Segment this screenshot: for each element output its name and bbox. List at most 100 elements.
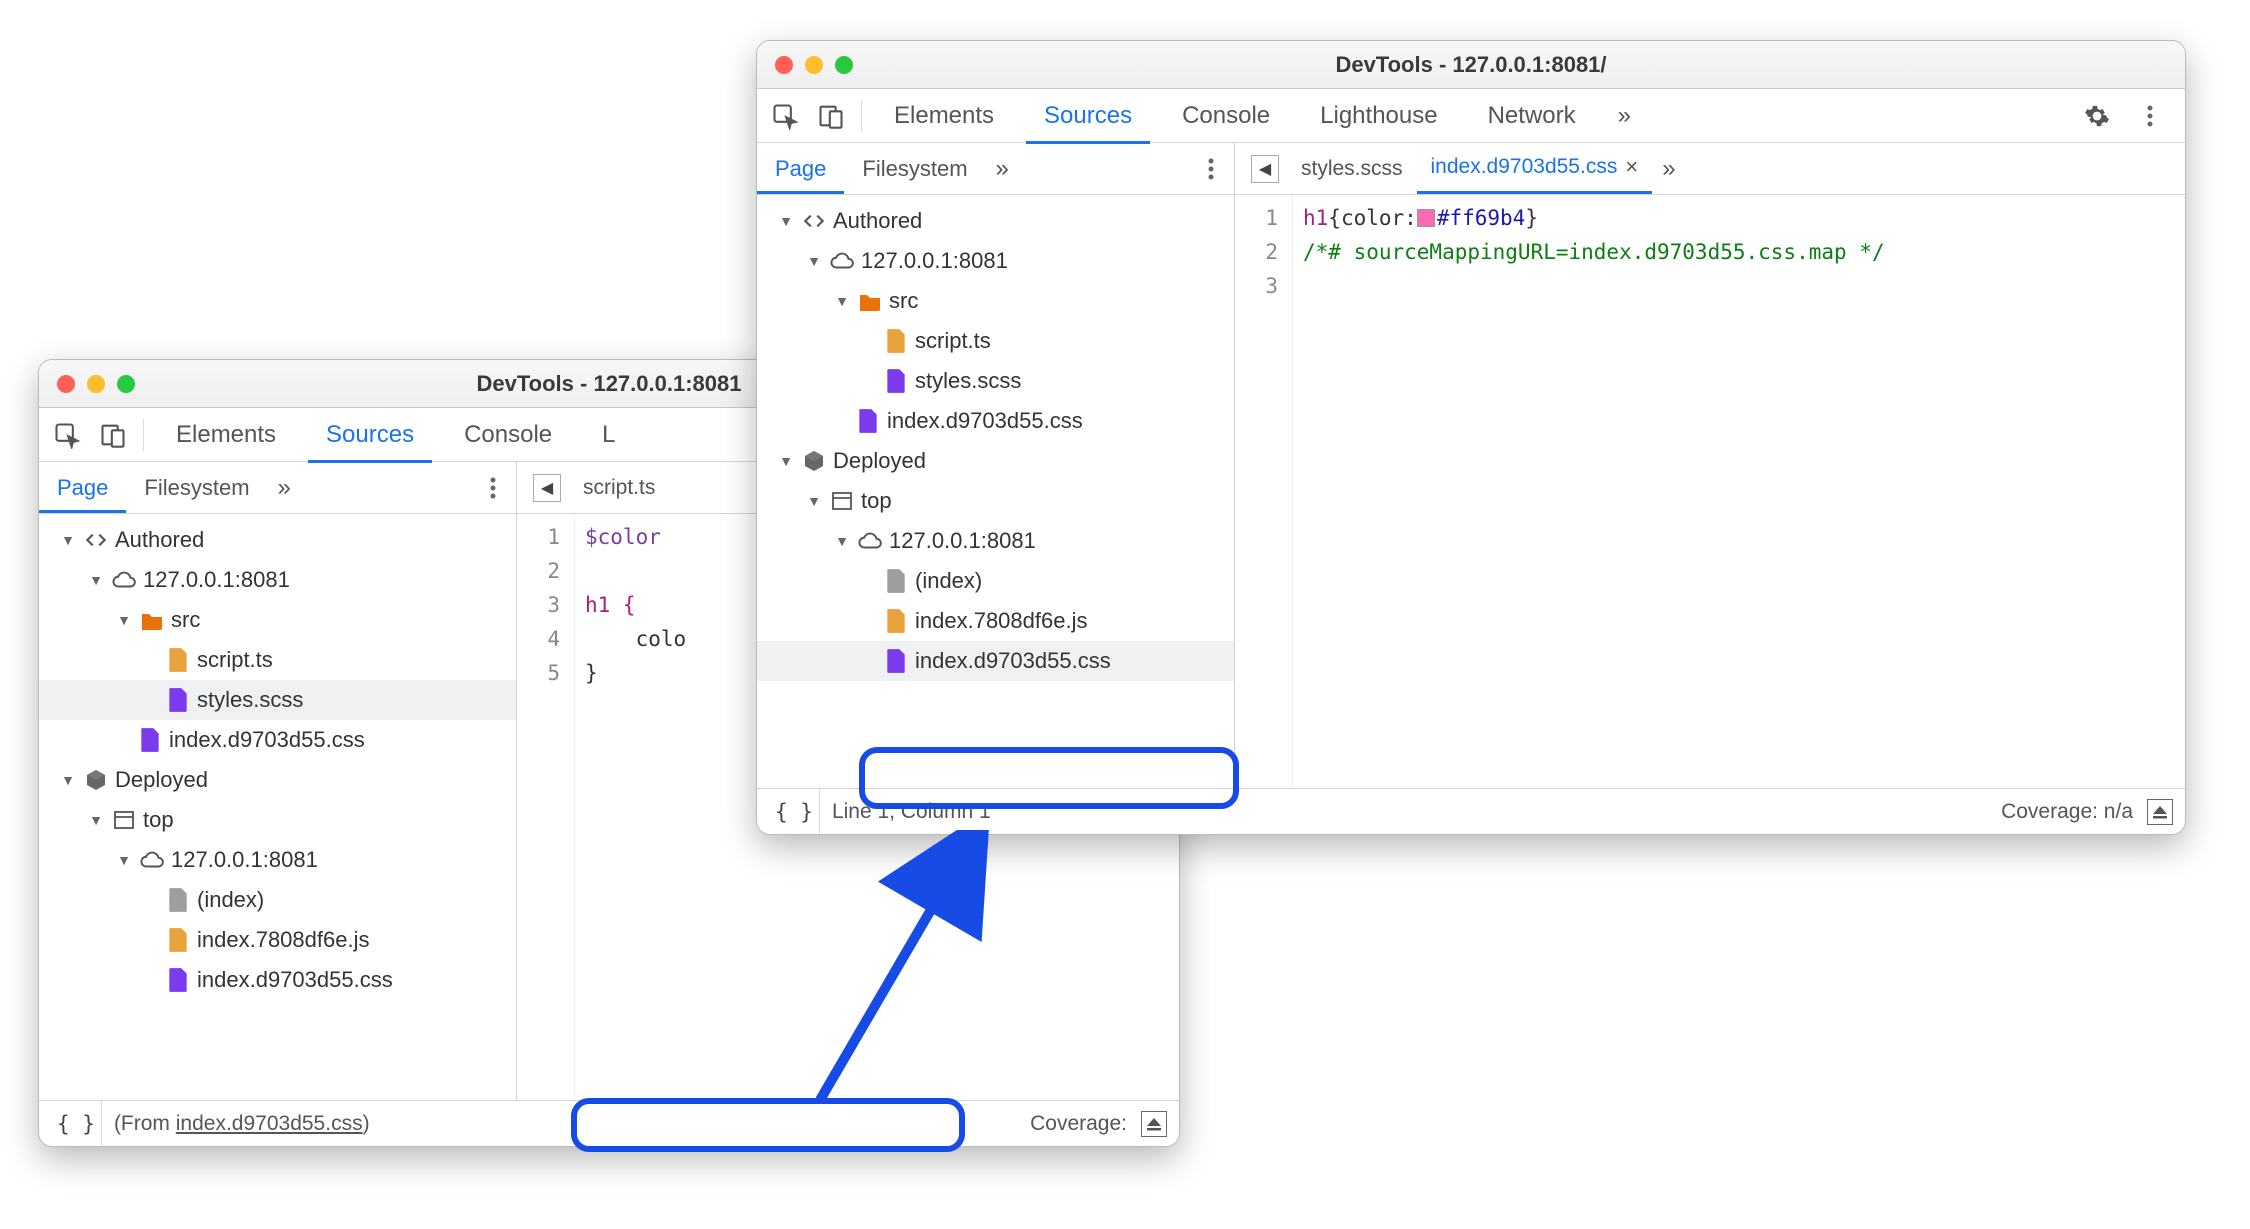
- coverage-label: Coverage: n/a: [2001, 800, 2133, 824]
- inspect-icon[interactable]: [769, 100, 801, 132]
- file-tab-label: styles.scss: [1301, 157, 1403, 181]
- tree-script-ts[interactable]: script.ts: [39, 640, 516, 680]
- file-icon: [165, 687, 191, 713]
- subtab-filesystem[interactable]: Filesystem: [126, 463, 267, 513]
- file-tab-script[interactable]: script.ts: [569, 462, 669, 513]
- subtab-page[interactable]: Page: [39, 463, 126, 513]
- more-tabs-icon[interactable]: »: [1608, 102, 1641, 130]
- traffic-lights: [57, 375, 135, 393]
- device-icon[interactable]: [815, 100, 847, 132]
- file-icon: [883, 608, 909, 634]
- more-tabs-icon[interactable]: »: [986, 155, 1019, 183]
- tree-index-css2[interactable]: index.d9703d55.css: [39, 960, 516, 1000]
- tree-index[interactable]: (index): [757, 561, 1234, 601]
- tab-truncated[interactable]: L: [584, 407, 633, 463]
- format-icon[interactable]: { }: [51, 1101, 102, 1146]
- tab-elements[interactable]: Elements: [158, 407, 294, 463]
- source-link[interactable]: (From index.d9703d55.css): [114, 1112, 370, 1136]
- folder-icon: [857, 288, 883, 314]
- file-icon: [855, 408, 881, 434]
- sources-subbar: Page Filesystem » ◀ styles.scss index.d9…: [757, 143, 2185, 195]
- tree-authored[interactable]: ▼Authored: [39, 520, 516, 560]
- file-icon: [165, 647, 191, 673]
- tree-src[interactable]: ▼src: [757, 281, 1234, 321]
- eject-icon[interactable]: [1141, 1111, 1167, 1137]
- minimize-icon[interactable]: [87, 375, 105, 393]
- tree-deployed[interactable]: ▼Deployed: [39, 760, 516, 800]
- file-tab-styles[interactable]: styles.scss: [1287, 143, 1417, 194]
- color-swatch-icon[interactable]: [1417, 209, 1435, 227]
- file-icon: [883, 368, 909, 394]
- panel-nav-icon[interactable]: ◀: [533, 474, 561, 502]
- tree-host[interactable]: ▼127.0.0.1:8081: [757, 241, 1234, 281]
- tree-styles-scss[interactable]: styles.scss: [39, 680, 516, 720]
- file-tree: ▼Authored ▼127.0.0.1:8081 ▼src script.ts…: [39, 514, 517, 1100]
- eject-icon[interactable]: [2147, 799, 2173, 825]
- file-icon: [137, 727, 163, 753]
- subtab-filesystem[interactable]: Filesystem: [844, 144, 985, 194]
- zoom-icon[interactable]: [835, 56, 853, 74]
- close-icon[interactable]: ×: [1625, 154, 1638, 180]
- tab-lighthouse[interactable]: Lighthouse: [1302, 88, 1455, 144]
- status-bar: { } (From index.d9703d55.css) Coverage:: [39, 1100, 1179, 1146]
- tree-host[interactable]: ▼127.0.0.1:8081: [39, 560, 516, 600]
- file-icon: [165, 967, 191, 993]
- status-bar: { } Line 1, Column 1 Coverage: n/a: [757, 788, 2185, 834]
- cloud-icon: [829, 248, 855, 274]
- tab-console[interactable]: Console: [446, 407, 570, 463]
- tab-sources[interactable]: Sources: [1026, 88, 1150, 144]
- kebab-menu-icon[interactable]: [1194, 152, 1228, 186]
- tree-styles-scss[interactable]: styles.scss: [757, 361, 1234, 401]
- frame-icon: [111, 807, 137, 833]
- folder-icon: [139, 607, 165, 633]
- tree-top[interactable]: ▼top: [39, 800, 516, 840]
- file-tab-label: index.d9703d55.css: [1431, 155, 1618, 179]
- titlebar: DevTools - 127.0.0.1:8081/: [757, 41, 2185, 89]
- tab-sources[interactable]: Sources: [308, 407, 432, 463]
- window-title: DevTools - 127.0.0.1:8081/: [757, 52, 2185, 78]
- tree-host2[interactable]: ▼127.0.0.1:8081: [757, 521, 1234, 561]
- inspect-icon[interactable]: [51, 419, 83, 451]
- kebab-menu-icon[interactable]: [476, 471, 510, 505]
- kebab-menu-icon[interactable]: [2133, 99, 2167, 133]
- tree-top[interactable]: ▼top: [757, 481, 1234, 521]
- close-icon[interactable]: [775, 56, 793, 74]
- more-tabs-icon[interactable]: »: [1652, 155, 1685, 183]
- tree-index-js[interactable]: index.7808df6e.js: [757, 601, 1234, 641]
- box-icon: [83, 767, 109, 793]
- zoom-icon[interactable]: [117, 375, 135, 393]
- tree-authored[interactable]: ▼Authored: [757, 201, 1234, 241]
- panel-nav-icon[interactable]: ◀: [1251, 155, 1279, 183]
- traffic-lights: [775, 56, 853, 74]
- device-icon[interactable]: [97, 419, 129, 451]
- code-icon: [83, 527, 109, 553]
- gear-icon[interactable]: [2081, 100, 2113, 132]
- tree-deployed[interactable]: ▼Deployed: [757, 441, 1234, 481]
- frame-icon: [829, 488, 855, 514]
- tree-index-css[interactable]: index.d9703d55.css: [39, 720, 516, 760]
- line-gutter: 123: [1235, 195, 1293, 788]
- file-tab-index-css[interactable]: index.d9703d55.css ×: [1417, 143, 1653, 194]
- minimize-icon[interactable]: [805, 56, 823, 74]
- format-icon[interactable]: { }: [769, 789, 820, 834]
- tree-index-css2[interactable]: index.d9703d55.css: [757, 641, 1234, 681]
- more-tabs-icon[interactable]: »: [268, 474, 301, 502]
- code-editor[interactable]: h1{color:#ff69b4} /*# sourceMappingURL=i…: [1293, 195, 2185, 788]
- code-icon: [801, 208, 827, 234]
- tree-src[interactable]: ▼src: [39, 600, 516, 640]
- tab-network[interactable]: Network: [1470, 88, 1594, 144]
- close-icon[interactable]: [57, 375, 75, 393]
- tree-index-css[interactable]: index.d9703d55.css: [757, 401, 1234, 441]
- file-icon: [883, 648, 909, 674]
- tree-host2[interactable]: ▼127.0.0.1:8081: [39, 840, 516, 880]
- cloud-icon: [857, 528, 883, 554]
- tab-elements[interactable]: Elements: [876, 88, 1012, 144]
- tree-index[interactable]: (index): [39, 880, 516, 920]
- subtab-page[interactable]: Page: [757, 144, 844, 194]
- file-icon: [883, 568, 909, 594]
- tab-console[interactable]: Console: [1164, 88, 1288, 144]
- tree-index-js[interactable]: index.7808df6e.js: [39, 920, 516, 960]
- cursor-position: Line 1, Column 1: [832, 800, 991, 824]
- file-icon: [165, 927, 191, 953]
- tree-script-ts[interactable]: script.ts: [757, 321, 1234, 361]
